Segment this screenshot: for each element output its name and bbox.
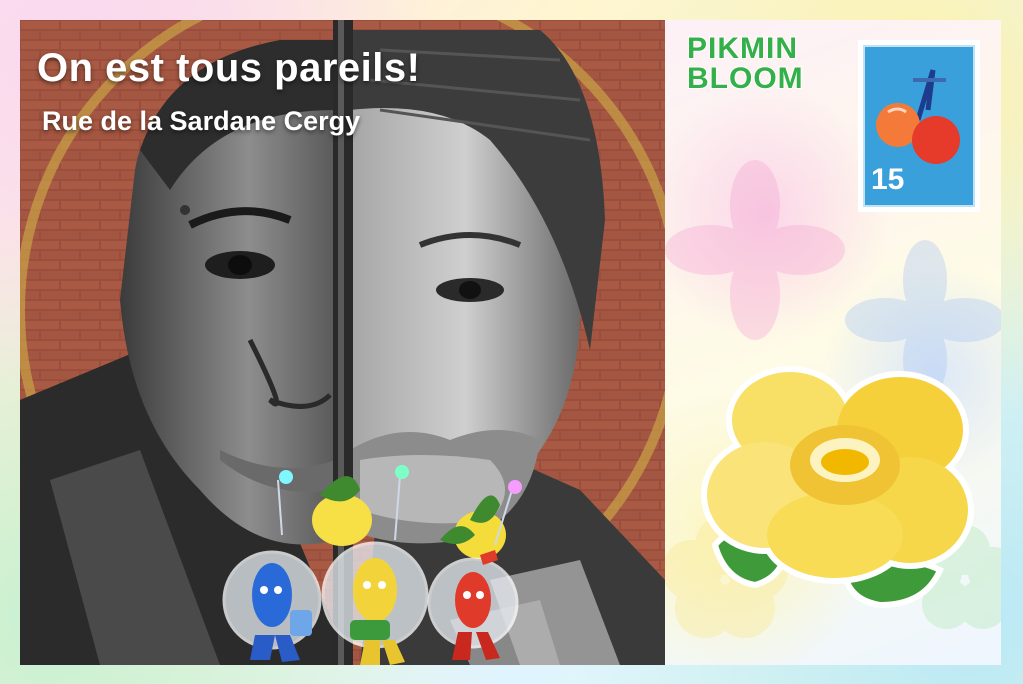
postcard-photo: On est tous pareils! Rue de la Sardane C… <box>20 20 665 665</box>
pikmin-bloom-logo: PIKMIN BLOOM <box>686 31 837 96</box>
postcard-title: On est tous pareils! <box>37 46 421 90</box>
yellow-pikmin-icon <box>312 465 429 665</box>
yellow-rose-icon <box>701 366 974 609</box>
red-pikmin-icon <box>427 480 522 660</box>
blue-pikmin-icon <box>222 470 322 662</box>
logo-line1: PIKMIN <box>686 31 798 66</box>
logo-line2: BLOOM <box>686 61 804 96</box>
postcard-location: Rue de la Sardane Cergy <box>42 106 361 136</box>
stamp-number: 15 <box>871 163 905 196</box>
